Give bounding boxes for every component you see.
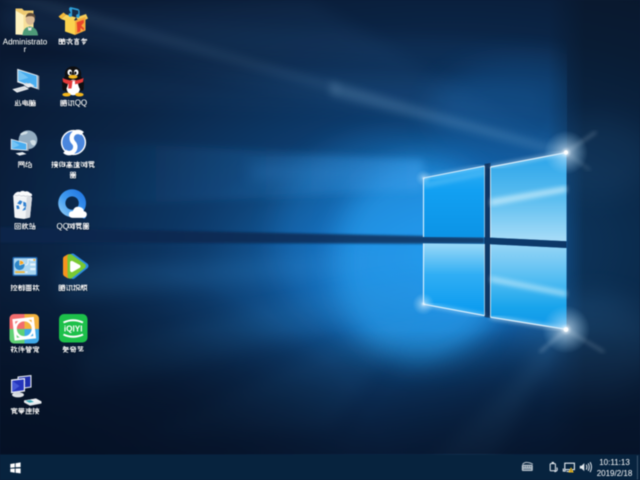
svg-text:10:11:13: 10:11:13 [599, 458, 630, 467]
svg-text:r: r [24, 45, 27, 54]
svg-text:iQIYI: iQIYI [64, 324, 83, 333]
svg-text:QQ: QQ [57, 222, 69, 231]
svg-text:QQ: QQ [75, 99, 87, 108]
svg-text:2019/2/18: 2019/2/18 [597, 469, 633, 478]
